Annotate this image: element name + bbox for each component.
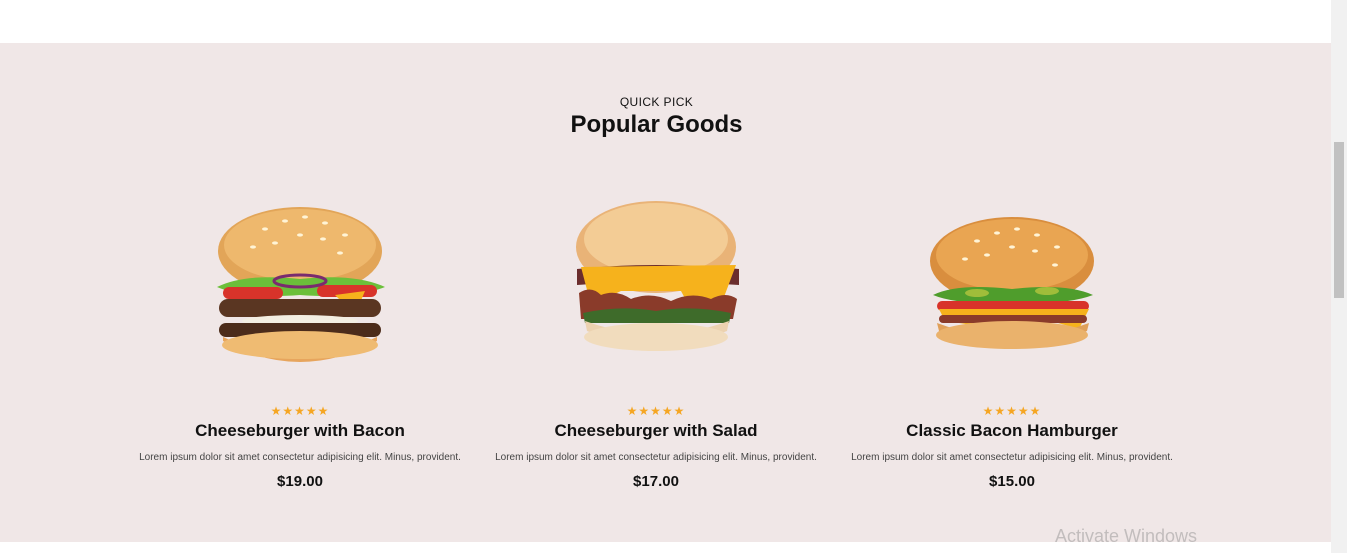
product-name[interactable]: Classic Bacon Hamburger	[834, 421, 1190, 441]
vertical-scrollbar[interactable]	[1331, 0, 1347, 553]
product-card[interactable]: ★★★★★ Cheeseburger with Salad Lorem ipsu…	[478, 195, 834, 495]
product-name[interactable]: Cheeseburger with Bacon	[122, 421, 478, 441]
page: QUICK PICK Popular Goods ★★★★★ Cheesebur…	[0, 0, 1347, 553]
burger-image[interactable]	[122, 195, 478, 380]
product-price: $19.00	[277, 473, 323, 490]
rating-stars: ★★★★★	[478, 404, 834, 418]
burger-image[interactable]	[478, 195, 834, 380]
star-icon: ★★★★★	[982, 404, 1042, 418]
section-title: Popular Goods	[570, 111, 743, 138]
activate-windows-watermark: Activate Windows	[1055, 526, 1198, 546]
product-name[interactable]: Cheeseburger with Salad	[478, 421, 834, 441]
burger-image[interactable]	[834, 195, 1190, 380]
product-description: Lorem ipsum dolor sit amet consectetur a…	[139, 452, 461, 463]
rating-stars: ★★★★★	[834, 404, 1190, 418]
product-description: Lorem ipsum dolor sit amet consectetur a…	[851, 452, 1173, 463]
scrollbar-thumb[interactable]	[1334, 142, 1344, 298]
section-eyebrow: QUICK PICK	[619, 95, 694, 109]
star-icon: ★★★★★	[270, 404, 330, 418]
rating-stars: ★★★★★	[122, 404, 478, 418]
product-description: Lorem ipsum dolor sit amet consectetur a…	[495, 452, 817, 463]
product-price: $15.00	[989, 473, 1035, 490]
star-icon: ★★★★★	[626, 404, 686, 418]
header-area	[0, 0, 1331, 43]
popular-goods-section: QUICK PICK Popular Goods ★★★★★ Cheesebur…	[0, 43, 1331, 542]
product-card[interactable]: ★★★★★ Cheeseburger with Bacon Lorem ipsu…	[122, 195, 478, 495]
product-price: $17.00	[633, 473, 679, 490]
product-card[interactable]: ★★★★★ Classic Bacon Hamburger Lorem ipsu…	[834, 195, 1190, 495]
